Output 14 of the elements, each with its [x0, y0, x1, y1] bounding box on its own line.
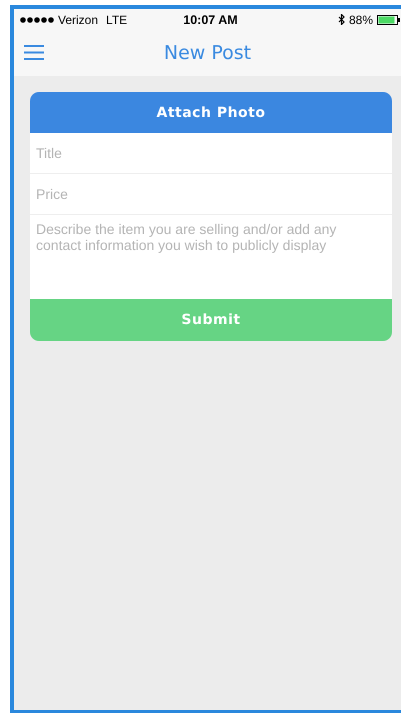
carrier-name: Verizon — [58, 12, 98, 26]
description-field[interactable]: Describe the item you are selling and/or add any contact information you wish to publicly display — [30, 215, 392, 299]
signal-icon — [20, 16, 54, 22]
status-time: 10:07 AM — [182, 12, 239, 26]
attach-photo-button[interactable]: Attach Photo — [30, 92, 392, 133]
text-field[interactable]: Title — [30, 133, 392, 174]
text-field[interactable]: Price — [30, 174, 392, 215]
battery-percent: 88% — [348, 12, 373, 26]
network-type: LTE — [106, 12, 128, 26]
page-title: New Post — [164, 42, 252, 64]
bluetooth-icon — [338, 14, 345, 25]
submit-button[interactable]: Submit — [30, 299, 392, 341]
menu-button[interactable] — [24, 45, 44, 60]
battery-icon — [377, 14, 401, 24]
